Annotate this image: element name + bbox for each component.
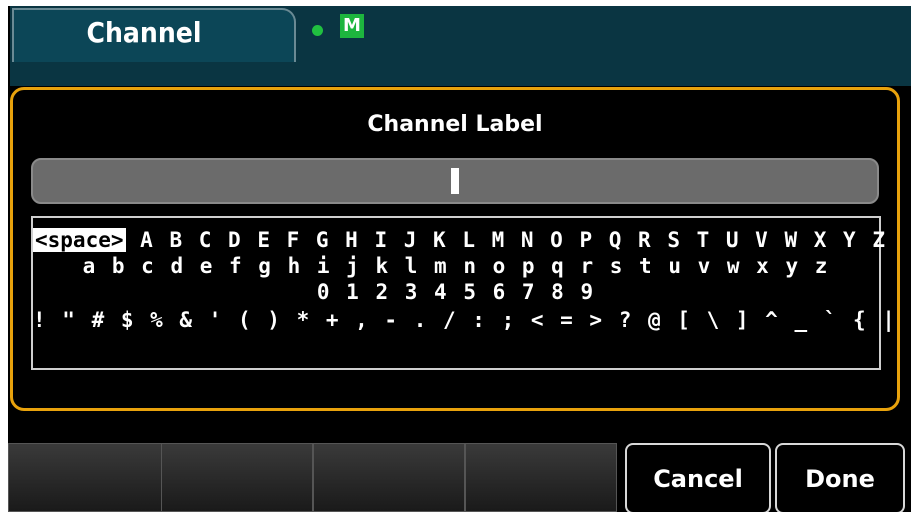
text-cursor <box>451 168 459 194</box>
channel-label-dialog: Channel Label <space> A B C D E F G H I … <box>10 87 911 411</box>
cancel-button-label: Cancel <box>653 465 743 493</box>
softkey-2[interactable] <box>161 443 313 512</box>
softkey-4[interactable] <box>465 443 617 512</box>
tab-channel-label: Channel <box>86 16 202 49</box>
left-border <box>0 0 8 518</box>
uppercase-letters[interactable]: A B C D E F G H I J K L M N O P Q R S T … <box>140 228 887 252</box>
char-row-lowercase[interactable]: a b c d e f g h i j k l m n o p q r s t … <box>33 254 879 278</box>
char-row-uppercase[interactable]: <space> A B C D E F G H I J K L M N O P … <box>33 228 885 252</box>
status-dot-icon <box>312 25 323 36</box>
softkey-bar: Cancel Done <box>8 443 911 514</box>
top-border <box>0 0 911 6</box>
space-key[interactable]: <space> <box>33 228 126 252</box>
mode-badge: M <box>340 14 364 38</box>
label-input[interactable] <box>31 158 879 204</box>
softkey-1[interactable] <box>8 443 162 512</box>
char-row-digits[interactable]: 0 1 2 3 4 5 6 7 8 9 <box>33 280 879 304</box>
bottom-border <box>0 512 911 518</box>
softkey-3[interactable] <box>313 443 465 512</box>
dialog-title: Channel Label <box>367 112 543 137</box>
char-row-symbols[interactable]: ! " # $ % & ' ( ) * + , - . / : ; < = > … <box>33 308 911 332</box>
cancel-button[interactable]: Cancel <box>625 443 771 514</box>
done-button[interactable]: Done <box>775 443 905 514</box>
done-button-label: Done <box>805 465 875 493</box>
tab-channel[interactable]: Channel <box>12 8 296 62</box>
instrument-screen: Channel M Channel Label <space> A B C D … <box>0 0 911 518</box>
character-picker[interactable]: <space> A B C D E F G H I J K L M N O P … <box>31 216 911 370</box>
